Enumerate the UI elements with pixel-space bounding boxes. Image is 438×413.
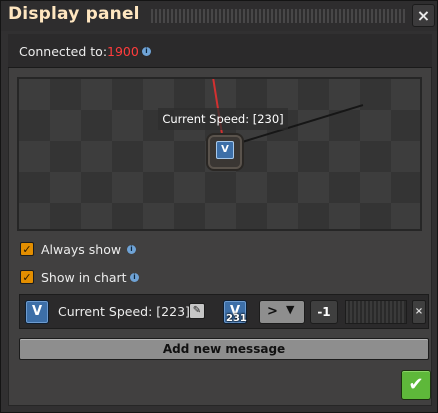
show-in-chart-label[interactable]: Show in chart xyxy=(41,270,127,285)
info-icon[interactable]: i xyxy=(142,47,151,56)
message-text[interactable]: Current Speed: [223] xyxy=(58,304,190,319)
checkmark-icon: ✔ xyxy=(408,374,424,395)
display-panel-window: Display panel × Connected to: 1900 i Cur… xyxy=(0,0,438,413)
signal-count: 231 xyxy=(226,313,247,324)
always-show-label[interactable]: Always show xyxy=(41,242,121,257)
connection-label: Connected to: xyxy=(19,44,108,59)
confirm-button[interactable]: ✔ xyxy=(401,370,431,400)
info-icon[interactable]: i xyxy=(130,273,139,282)
close-button[interactable]: × xyxy=(412,4,435,27)
display-message-text: Current Speed: [230] xyxy=(162,112,284,126)
connection-bar: Connected to: 1900 i xyxy=(8,34,432,68)
comparator-dropdown[interactable]: > ▼ xyxy=(259,300,305,324)
message-icon-button[interactable]: V xyxy=(25,300,49,324)
connection-network-id: 1900 xyxy=(107,44,139,59)
display-message-bubble: Current Speed: [230] xyxy=(158,108,288,130)
drag-handle[interactable] xyxy=(151,9,405,23)
show-in-chart-checkbox[interactable]: ✓ xyxy=(20,270,34,284)
always-show-checkbox[interactable]: ✓ xyxy=(20,242,34,256)
info-icon[interactable]: i xyxy=(127,245,136,254)
comparator-value: > xyxy=(267,304,278,319)
signal-v-icon: V xyxy=(216,141,234,159)
add-new-message-button[interactable]: Add new message xyxy=(19,338,429,360)
remove-message-button[interactable]: × xyxy=(412,300,426,324)
constant-button[interactable]: -1 xyxy=(310,300,338,324)
title-bar[interactable]: Display panel × xyxy=(1,1,437,31)
window-title: Display panel xyxy=(8,4,140,24)
chevron-down-icon: ▼ xyxy=(286,303,295,316)
display-panel-entity: V xyxy=(210,137,240,167)
edit-message-button[interactable]: ✎ xyxy=(189,303,205,319)
add-new-message-label: Add new message xyxy=(162,342,286,356)
empty-signal-slot[interactable] xyxy=(345,300,407,324)
message-row: V Current Speed: [223] ✎ V 231 > ▼ -1 × xyxy=(19,294,429,329)
entity-preview: Current Speed: [230] V xyxy=(19,79,420,229)
panel-content: Connected to: 1900 i Current Speed: [230… xyxy=(8,34,432,406)
